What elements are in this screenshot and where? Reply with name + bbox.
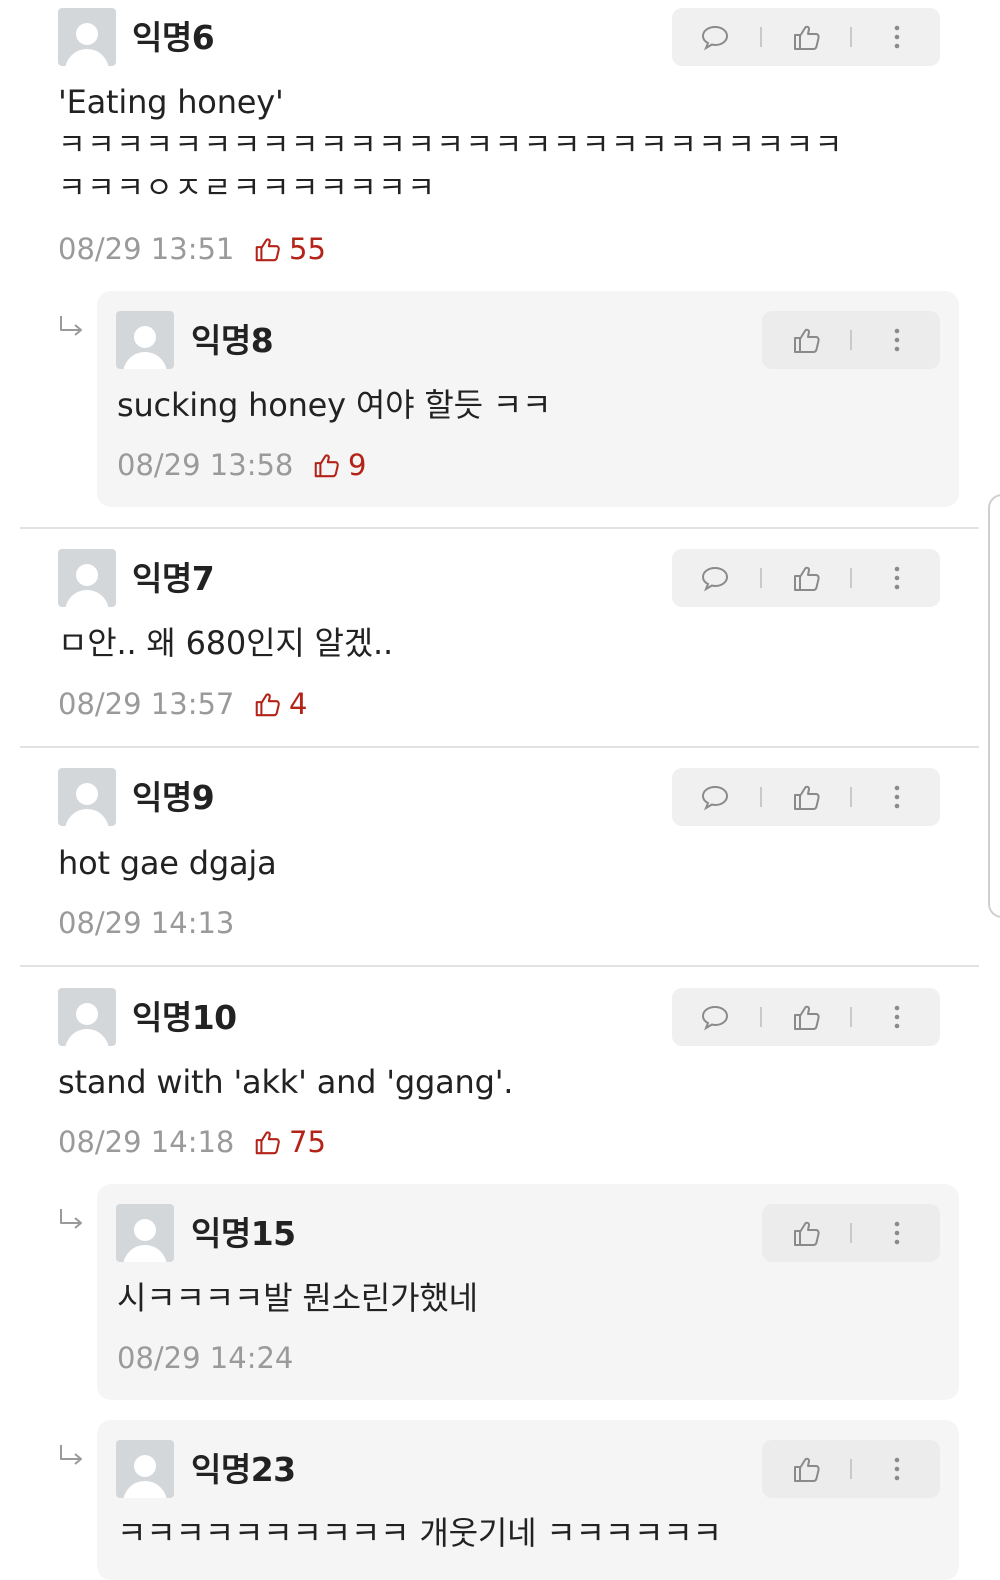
- reply-text: sucking honey 여야 할듯 ㅋㅋ: [117, 386, 552, 424]
- speech-bubble-icon[interactable]: [700, 1002, 730, 1032]
- kebab-menu-icon[interactable]: [882, 782, 912, 812]
- separator: [850, 1007, 852, 1027]
- separator: [850, 330, 852, 350]
- comment-time: 08/29 14:18: [58, 1125, 235, 1159]
- reply-author[interactable]: 익명8: [191, 321, 274, 361]
- avatar[interactable]: [116, 1204, 174, 1262]
- separator: [850, 787, 852, 807]
- reply-arrow-icon: [56, 1205, 86, 1235]
- divider: [20, 527, 979, 529]
- comment-time: 08/29 13:57: [58, 687, 235, 721]
- kebab-menu-icon[interactable]: [882, 563, 912, 593]
- comment-author[interactable]: 익명7: [132, 559, 215, 599]
- speech-bubble-icon[interactable]: [700, 782, 730, 812]
- speech-bubble-icon[interactable]: [700, 22, 730, 52]
- separator: [850, 27, 852, 47]
- thumbs-up-icon[interactable]: [791, 1454, 821, 1484]
- reply-actions: [762, 311, 940, 369]
- thumbs-up-icon[interactable]: [791, 1218, 821, 1248]
- avatar[interactable]: [58, 988, 116, 1046]
- like-count-value: 75: [289, 1125, 326, 1159]
- like-count: 75: [253, 1124, 326, 1160]
- thumbs-up-icon[interactable]: [791, 1002, 821, 1032]
- avatar[interactable]: [116, 311, 174, 369]
- like-count-value: 55: [289, 232, 326, 266]
- separator: [850, 1459, 852, 1479]
- speech-bubble-icon[interactable]: [700, 563, 730, 593]
- kebab-menu-icon[interactable]: [882, 325, 912, 355]
- like-count: 4: [253, 686, 307, 722]
- kebab-menu-icon[interactable]: [882, 1002, 912, 1032]
- comment-actions: [672, 988, 940, 1046]
- avatar[interactable]: [58, 768, 116, 826]
- reply-time: 08/29 13:58: [117, 448, 294, 482]
- comment-actions: [672, 8, 940, 66]
- thumbs-up-icon[interactable]: [791, 782, 821, 812]
- reply-actions: [762, 1204, 940, 1262]
- comment-text-line: 'Eating honey': [58, 83, 284, 121]
- comment-text: stand with 'akk' and 'ggang'.: [58, 1063, 514, 1101]
- like-count: 9: [312, 447, 366, 483]
- separator: [760, 787, 762, 807]
- comment-text: hot gae dgaja: [58, 844, 277, 882]
- comment-text: ㅁ안.. 왜 680인지 알겠..: [58, 624, 393, 662]
- comment-actions: [672, 768, 940, 826]
- divider: [20, 746, 979, 748]
- thumbs-up-icon[interactable]: [791, 22, 821, 52]
- separator: [850, 1223, 852, 1243]
- reply-arrow-icon: [56, 1441, 86, 1471]
- reply-arrow-icon: [56, 312, 86, 342]
- divider: [20, 965, 979, 967]
- comment-author[interactable]: 익명9: [132, 778, 215, 818]
- separator: [760, 568, 762, 588]
- reply-time: 08/29 14:24: [117, 1341, 294, 1375]
- comment-time: 08/29 14:13: [58, 906, 235, 940]
- reply-author[interactable]: 익명15: [191, 1214, 296, 1254]
- reply-text: ㅋㅋㅋㅋㅋㅋㅋㅋㅋㅋ 개웃기네 ㅋㅋㅋㅋㅋㅋ: [117, 1514, 722, 1552]
- comment-text-line: ㅋㅋㅋㅇㅈㄹㅋㅋㅋㅋㅋㅋㅋ: [58, 171, 437, 206]
- avatar[interactable]: [116, 1440, 174, 1498]
- thumbs-up-icon: [253, 690, 281, 718]
- avatar[interactable]: [58, 8, 116, 66]
- like-count-value: 4: [289, 687, 308, 721]
- thumbs-up-icon[interactable]: [791, 563, 821, 593]
- thumbs-up-icon: [253, 1128, 281, 1156]
- like-count: 55: [253, 231, 326, 267]
- reply-actions: [762, 1440, 940, 1498]
- reply-author[interactable]: 익명23: [191, 1450, 296, 1490]
- kebab-menu-icon[interactable]: [882, 1218, 912, 1248]
- like-count-value: 9: [348, 448, 367, 482]
- separator: [760, 27, 762, 47]
- comment-author[interactable]: 익명10: [132, 998, 237, 1038]
- separator: [760, 1007, 762, 1027]
- thumbs-up-icon: [253, 235, 281, 263]
- separator: [850, 568, 852, 588]
- comment-time: 08/29 13:51: [58, 232, 235, 266]
- comment-text-line: ㅋㅋㅋㅋㅋㅋㅋㅋㅋㅋㅋㅋㅋㅋㅋㅋㅋㅋㅋㅋㅋㅋㅋㅋㅋㅋㅋ: [58, 128, 844, 163]
- kebab-menu-icon[interactable]: [882, 1454, 912, 1484]
- thumbs-up-icon[interactable]: [791, 325, 821, 355]
- thumbs-up-icon: [312, 451, 340, 479]
- reply-text: 시ㅋㅋㅋㅋ발 뭔소린가했네: [117, 1279, 478, 1317]
- comment-author[interactable]: 익명6: [132, 18, 215, 58]
- comment-actions: [672, 549, 940, 607]
- scrollbar[interactable]: [988, 494, 1000, 918]
- avatar[interactable]: [58, 549, 116, 607]
- kebab-menu-icon[interactable]: [882, 22, 912, 52]
